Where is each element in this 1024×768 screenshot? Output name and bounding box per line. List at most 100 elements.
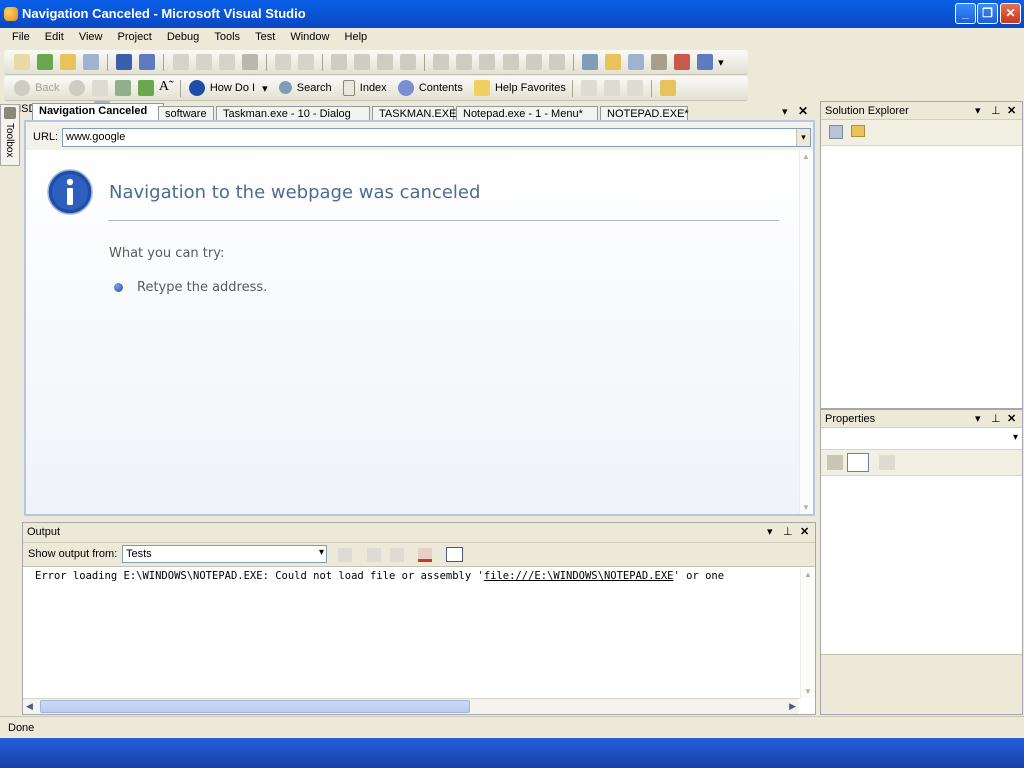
help-favorites-icon[interactable] (473, 80, 490, 96)
auto-hide-pin-icon[interactable]: ⊥ (991, 412, 1001, 425)
menu-view[interactable]: View (73, 28, 109, 46)
close-button[interactable]: ✕ (1000, 3, 1021, 24)
categorized-icon[interactable] (827, 455, 843, 470)
scroll-right-icon[interactable]: ▶ (789, 701, 796, 712)
start-page-icon[interactable] (674, 54, 690, 70)
comment-icon[interactable] (274, 54, 291, 70)
chevron-down-icon[interactable]: ▾ (319, 547, 324, 558)
save-all-icon[interactable] (139, 54, 156, 70)
tab-taskman-exe[interactable]: TASKMAN.EXE (372, 106, 456, 121)
panel-close-icon[interactable]: ✕ (800, 525, 809, 538)
app-icon[interactable] (4, 7, 18, 21)
font-size-icon[interactable]: A˜ (159, 79, 174, 95)
cut-icon[interactable] (172, 54, 189, 70)
home-icon[interactable] (137, 80, 154, 96)
navigate-backward-icon[interactable] (377, 54, 394, 70)
step-over-icon[interactable] (525, 54, 542, 70)
properties-icon[interactable] (829, 125, 843, 139)
panel-close-icon[interactable]: ✕ (1007, 412, 1016, 425)
search-button[interactable]: Search (297, 82, 332, 94)
how-do-i-button[interactable]: How Do I (210, 82, 255, 94)
toolbox-icon[interactable] (650, 54, 667, 70)
output-vertical-scrollbar[interactable]: ▲ ▼ (800, 568, 815, 698)
close-document-icon[interactable]: ✕ (798, 104, 808, 118)
show-all-files-icon[interactable] (851, 125, 865, 137)
output-horizontal-scrollbar[interactable]: ◀ ▶ (23, 698, 799, 714)
tab-navigation-canceled[interactable]: Navigation Canceled (32, 103, 164, 121)
tab-list-dropdown-icon[interactable]: ▾ (782, 105, 788, 118)
help-favorites-button[interactable]: Help Favorites (495, 82, 566, 94)
page-vertical-scrollbar[interactable]: ▲ ▼ (799, 150, 813, 514)
step-out-icon[interactable] (548, 54, 565, 70)
toolbar-overflow-icon[interactable]: ▾ (718, 56, 724, 69)
toolbox-tab[interactable]: Toolbox (0, 104, 20, 166)
url-input[interactable]: www.google ▾ (62, 128, 811, 147)
scroll-left-icon[interactable]: ◀ (26, 701, 33, 712)
paste-icon[interactable] (218, 54, 235, 70)
alphabetical-icon[interactable] (847, 453, 869, 472)
uncomment-icon[interactable] (297, 54, 314, 70)
start-debug-icon[interactable] (433, 54, 450, 70)
scroll-up-icon[interactable]: ▲ (802, 152, 810, 161)
menu-debug[interactable]: Debug (161, 28, 205, 46)
tab-notepad-exe[interactable]: NOTEPAD.EXE* (600, 106, 689, 121)
next-message-icon[interactable] (390, 548, 404, 562)
save-icon[interactable] (116, 54, 133, 70)
output-file-link[interactable]: file:///E:\WINDOWS\NOTEPAD.EXE (484, 570, 674, 582)
redo-icon[interactable] (354, 54, 371, 70)
menu-window[interactable]: Window (284, 28, 335, 46)
menu-project[interactable]: Project (112, 28, 158, 46)
back-button[interactable]: Back (35, 82, 59, 94)
menu-edit[interactable]: Edit (39, 28, 70, 46)
help-circle-icon[interactable] (188, 80, 205, 96)
solution-explorer-icon[interactable] (604, 54, 621, 70)
search-icon[interactable] (278, 81, 292, 94)
menu-help[interactable]: Help (339, 28, 374, 46)
chevron-down-icon[interactable]: ▾ (1013, 432, 1018, 443)
url-dropdown-icon[interactable]: ▾ (796, 129, 810, 146)
find-in-files-icon[interactable] (581, 54, 598, 70)
refresh-icon[interactable] (114, 80, 131, 96)
menu-tools[interactable]: Tools (208, 28, 246, 46)
panel-dropdown-icon[interactable]: ▾ (767, 525, 773, 538)
back-icon[interactable] (14, 80, 30, 96)
step-into-icon[interactable] (502, 54, 519, 70)
contents-button[interactable]: Contents (419, 82, 463, 94)
horizontal-scroll-thumb[interactable] (40, 700, 470, 713)
panel-dropdown-icon[interactable]: ▾ (975, 104, 981, 117)
previous-message-icon[interactable] (367, 548, 381, 562)
undo-icon[interactable] (331, 54, 347, 70)
word-wrap-icon[interactable] (446, 547, 463, 562)
stop-debug-icon[interactable] (479, 54, 496, 70)
title-bar[interactable]: Navigation Canceled - Microsoft Visual S… (0, 0, 1024, 28)
navigate-forward-icon[interactable] (400, 54, 417, 70)
output-text[interactable]: Error loading E:\WINDOWS\NOTEPAD.EXE: Co… (23, 568, 799, 698)
new-project-icon[interactable] (14, 54, 30, 70)
forward-icon[interactable] (68, 80, 85, 96)
restore-button[interactable]: ❐ (977, 3, 998, 24)
msdn-forums-icon[interactable] (660, 80, 677, 96)
properties-window-icon[interactable] (627, 54, 644, 70)
menu-test[interactable]: Test (249, 28, 281, 46)
contents-icon[interactable] (397, 80, 414, 96)
break-all-icon[interactable] (456, 54, 473, 70)
tab-notepad-menu[interactable]: Notepad.exe - 1 - Menu* (456, 106, 598, 121)
scroll-up-icon[interactable]: ▲ (804, 570, 812, 579)
property-pages-icon[interactable] (879, 455, 895, 470)
scroll-down-icon[interactable]: ▼ (804, 687, 812, 696)
open-folder-icon[interactable] (60, 54, 77, 70)
menu-file[interactable]: File (6, 28, 36, 46)
auto-hide-pin-icon[interactable]: ⊥ (783, 525, 793, 538)
minimize-button[interactable]: _ (955, 3, 976, 24)
find-message-icon[interactable] (338, 548, 352, 562)
panel-close-icon[interactable]: ✕ (1007, 104, 1016, 117)
add-item-icon[interactable] (37, 54, 54, 70)
chevron-down-icon[interactable]: ▾ (262, 82, 268, 95)
scroll-down-icon[interactable]: ▼ (802, 503, 810, 512)
layout-icon[interactable] (83, 54, 100, 70)
add-favorite-icon[interactable] (581, 80, 598, 96)
stop-icon[interactable] (91, 80, 108, 96)
tab-software[interactable]: software (158, 106, 214, 121)
tab-taskman-dialog[interactable]: Taskman.exe - 10 - Dialog (216, 106, 370, 121)
auto-hide-pin-icon[interactable]: ⊥ (991, 104, 1001, 117)
